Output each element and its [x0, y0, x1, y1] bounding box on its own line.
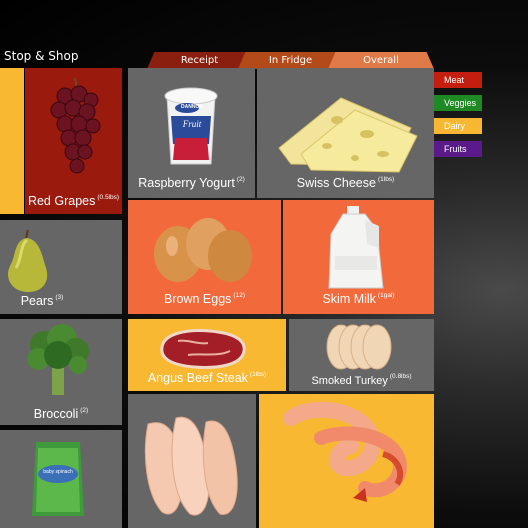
raspberry-yogurt-name: Raspberry Yogurt: [138, 176, 235, 190]
broccoli-image: [27, 324, 89, 395]
eggs-image: [154, 218, 252, 282]
item-tile-smoked-turkey[interactable]: Smoked Turkey (0.8lbs): [289, 319, 434, 391]
tab-overall[interactable]: Overall: [328, 52, 434, 69]
legend-meat[interactable]: Meat: [434, 72, 482, 88]
tab-in-fridge[interactable]: In Fridge: [238, 52, 343, 69]
item-tile-skim-milk[interactable]: Skim Milk (1gal): [283, 200, 434, 314]
broccoli-name: Broccoli: [33, 407, 79, 421]
item-tile-swiss-cheese[interactable]: Swiss Cheese (1lbs): [257, 68, 434, 198]
red-grapes-qty: (0.5lbs): [97, 194, 120, 201]
pears-qty: (3): [55, 294, 64, 301]
swiss-cheese-name: Swiss Cheese: [296, 176, 376, 190]
angus-beef-steak-qty: (1lbs): [249, 371, 267, 378]
shrimp-image: [283, 401, 407, 502]
skim-milk-label: Skim Milk (1gal): [283, 292, 434, 306]
item-tile-angus-beef-steak[interactable]: Angus Beef Steak (1lbs): [128, 319, 286, 391]
pears-label: Pears (3): [0, 294, 122, 308]
smoked-turkey-label: Smoked Turkey (0.8lbs): [289, 373, 434, 387]
broccoli-qty: (2): [80, 407, 89, 414]
yogurt-flavor-word: Fruit: [182, 119, 202, 129]
brown-eggs-qty: (12): [233, 292, 245, 299]
item-tile-red-grapes[interactable]: Red Grapes (0.5lbs): [25, 68, 122, 214]
swiss-cheese-qty: (1lbs): [377, 176, 395, 183]
brown-eggs-name: Brown Eggs: [164, 292, 232, 306]
angus-beef-steak-label: Angus Beef Steak (1lbs): [128, 371, 286, 385]
spinach-package-label: baby spinach: [43, 469, 73, 475]
smoked-turkey-qty: (0.8lbs): [389, 373, 412, 380]
cheese-image: [278, 97, 418, 173]
partial-tile-yellow[interactable]: [0, 68, 24, 214]
steak-image: [160, 329, 246, 369]
app-title: Stop & Shop: [4, 49, 79, 63]
raspberry-yogurt-label: Raspberry Yogurt (2): [128, 176, 255, 190]
pears-name: Pears: [20, 294, 54, 308]
smoked-turkey-name: Smoked Turkey: [311, 375, 388, 387]
item-tile-pears[interactable]: Pears (3): [0, 220, 122, 314]
chicken-breast-image: [144, 416, 238, 516]
item-tile-chicken[interactable]: [128, 394, 256, 528]
item-tile-spinach[interactable]: baby spinach: [0, 430, 122, 528]
broccoli-label: Broccoli (2): [0, 407, 122, 421]
grapes-image: [50, 77, 101, 174]
angus-beef-steak-name: Angus Beef Steak: [147, 371, 248, 385]
brown-eggs-label: Brown Eggs (12): [128, 292, 281, 306]
yogurt-brand-text: DANNON: [181, 104, 203, 110]
pear-image: [8, 229, 48, 292]
item-tile-raspberry-yogurt[interactable]: DANNON Fruit Raspberry Yogurt (2): [128, 68, 255, 198]
legend-dairy[interactable]: Dairy: [434, 118, 482, 134]
item-tile-broccoli[interactable]: Broccoli (2): [0, 319, 122, 425]
legend-veggies[interactable]: Veggies: [434, 95, 482, 111]
skim-milk-name: Skim Milk: [322, 292, 376, 306]
tab-receipt[interactable]: Receipt: [147, 52, 252, 69]
item-tile-shrimp[interactable]: [259, 394, 434, 528]
skim-milk-qty: (1gal): [377, 292, 395, 299]
turkey-slices-image: [326, 324, 392, 370]
spinach-bag-image: [32, 442, 84, 516]
swiss-cheese-label: Swiss Cheese (1lbs): [257, 176, 434, 190]
red-grapes-name: Red Grapes: [27, 194, 96, 208]
raspberry-yogurt-qty: (2): [236, 176, 245, 183]
item-tile-brown-eggs[interactable]: Brown Eggs (12): [128, 200, 281, 314]
legend-fruits[interactable]: Fruits: [434, 141, 482, 157]
milk-jug-image: [328, 206, 384, 289]
red-grapes-label: Red Grapes (0.5lbs): [25, 194, 122, 208]
